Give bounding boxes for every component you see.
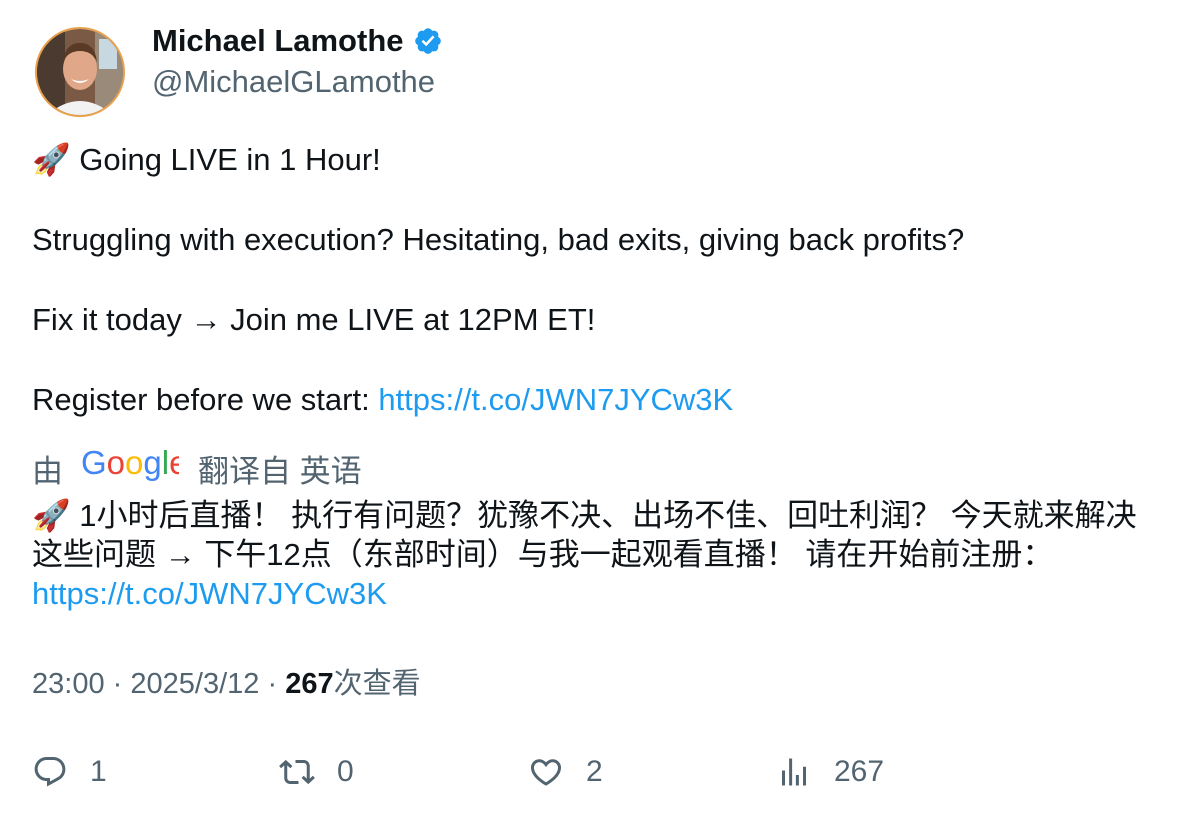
register-prefix: Register before we start:	[32, 382, 379, 417]
translated-by-label: 由	[32, 453, 63, 489]
tweet-date[interactable]: 2025/3/12	[130, 668, 259, 700]
translated-text: 🚀 1小时后直播！ 执行有问题？犹豫不决、出场不佳、回吐利润？ 今天就来解决这些…	[32, 496, 1162, 613]
tweet-line: Struggling with execution? Hesitating, b…	[32, 222, 965, 257]
analytics-bar-chart-icon	[782, 758, 806, 786]
translated-link[interactable]: https://t.co/JWN7JYCw3K	[32, 576, 387, 611]
reply-button[interactable]: 1	[32, 750, 107, 794]
views-label: 次查看	[333, 668, 421, 700]
verified-badge-icon[interactable]	[413, 26, 443, 56]
translated-from-label: 翻译自 英语	[198, 453, 362, 489]
retweet-icon	[279, 759, 315, 785]
author-name-row[interactable]: Michael Lamothe	[152, 20, 443, 62]
author-display-name[interactable]: Michael Lamothe	[152, 20, 404, 62]
action-bar: 1 0 2 267	[32, 750, 1162, 794]
tweet-line: 🚀 Going LIVE in 1 Hour!	[32, 142, 381, 177]
heart-icon	[530, 759, 562, 786]
views-action-count: 267	[834, 755, 885, 788]
tweet-line: Fix it today → Join me LIVE at 12PM ET!	[32, 302, 596, 337]
translation-attribution: 由 Google 翻译自 英语	[32, 444, 362, 490]
retweet-button[interactable]: 0	[279, 750, 354, 794]
author-handle[interactable]: @MichaelGLamothe	[152, 61, 435, 103]
google-logo-icon: Google	[81, 444, 187, 490]
tweet-time[interactable]: 23:00	[32, 668, 105, 700]
meta-separator: ·	[267, 668, 278, 700]
google-logo-text: Google	[81, 446, 179, 481]
tweet-meta: 23:00 · 2025/3/12 · 267次查看	[32, 663, 421, 705]
reply-icon	[34, 757, 66, 787]
meta-separator: ·	[112, 668, 123, 700]
tweet-body: 🚀 Going LIVE in 1 Hour! Struggling with …	[32, 140, 1162, 420]
author-avatar[interactable]	[35, 27, 125, 117]
avatar-photo	[37, 29, 123, 115]
views-button[interactable]: 267	[776, 750, 884, 794]
like-button[interactable]: 2	[528, 750, 603, 794]
views-count: 267	[285, 668, 334, 700]
like-count: 2	[586, 755, 603, 788]
tweet-link[interactable]: https://t.co/JWN7JYCw3K	[378, 382, 733, 417]
tweet-line: Register before we start: https://t.co/J…	[32, 380, 1162, 420]
retweet-count: 0	[337, 755, 354, 788]
reply-count: 1	[90, 755, 107, 788]
translated-body: 🚀 1小时后直播！ 执行有问题？犹豫不决、出场不佳、回吐利润？ 今天就来解决这些…	[32, 498, 1137, 572]
